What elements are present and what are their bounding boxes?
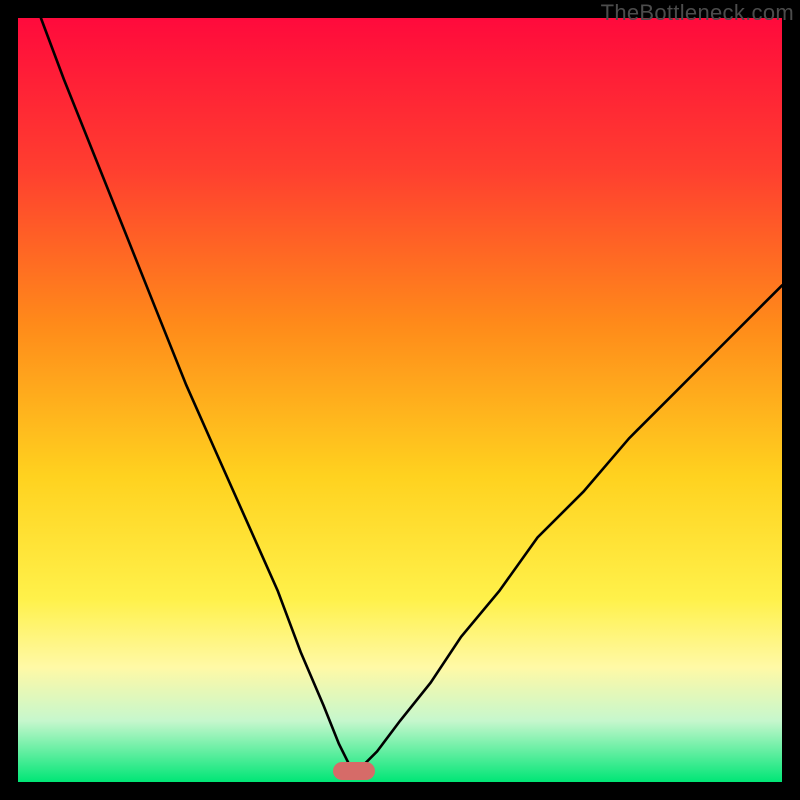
chart-frame: TheBottleneck.com [0, 0, 800, 800]
bottleneck-marker [333, 762, 375, 780]
curve-right-path [354, 285, 782, 774]
watermark-text: TheBottleneck.com [601, 0, 794, 26]
bottleneck-curve [18, 18, 782, 782]
curve-left-path [41, 18, 354, 774]
plot-area [18, 18, 782, 782]
